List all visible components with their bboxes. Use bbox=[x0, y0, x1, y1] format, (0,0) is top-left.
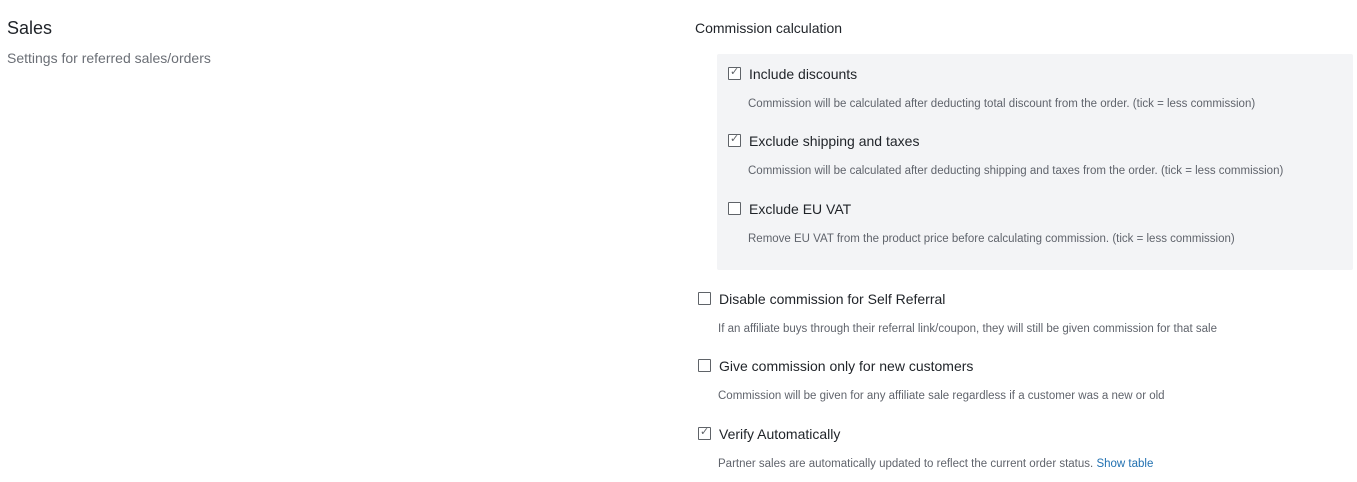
disable-self-referral-label[interactable]: Disable commission for Self Referral bbox=[719, 290, 945, 308]
commission-calculation-box: ✓ Include discounts Commission will be c… bbox=[717, 54, 1353, 270]
checkmark-icon: ✓ bbox=[730, 65, 740, 78]
exclude-eu-vat-description: Remove EU VAT from the product price bef… bbox=[748, 233, 1235, 245]
disable-self-referral-checkbox[interactable]: ✓ bbox=[698, 292, 711, 305]
verify-automatically-description-text: Partner sales are automatically updated … bbox=[718, 458, 1094, 470]
option-new-customers-only: ✓ Give commission only for new customers… bbox=[698, 357, 1165, 404]
exclude-eu-vat-label[interactable]: Exclude EU VAT bbox=[749, 200, 851, 218]
verify-automatically-description: Partner sales are automatically updated … bbox=[718, 456, 1153, 472]
verify-automatically-label[interactable]: Verify Automatically bbox=[719, 425, 840, 443]
option-include-discounts: ✓ Include discounts Commission will be c… bbox=[728, 65, 1255, 112]
new-customers-only-description: Commission will be given for any affilia… bbox=[718, 390, 1165, 402]
exclude-shipping-taxes-label[interactable]: Exclude shipping and taxes bbox=[749, 132, 919, 150]
checkmark-icon: ✓ bbox=[700, 425, 710, 438]
disable-self-referral-description: If an affiliate buys through their refer… bbox=[718, 323, 1218, 335]
checkmark-icon: ✓ bbox=[730, 132, 740, 145]
exclude-eu-vat-checkbox[interactable]: ✓ bbox=[728, 202, 741, 215]
section-title: Sales bbox=[7, 18, 53, 38]
include-discounts-checkbox[interactable]: ✓ bbox=[728, 65, 741, 80]
verify-automatically-checkbox[interactable]: ✓ bbox=[698, 425, 711, 440]
new-customers-only-label[interactable]: Give commission only for new customers bbox=[719, 357, 973, 375]
include-discounts-label[interactable]: Include discounts bbox=[749, 65, 857, 83]
new-customers-only-checkbox[interactable]: ✓ bbox=[698, 359, 711, 372]
option-verify-automatically: ✓ Verify Automatically Partner sales are… bbox=[698, 425, 1153, 472]
section-subtitle: Settings for referred sales/orders bbox=[7, 50, 211, 66]
commission-calculation-title: Commission calculation bbox=[695, 20, 843, 36]
sales-section-header: Sales Settings for referred sales/orders bbox=[7, 17, 211, 67]
option-exclude-eu-vat: ✓ Exclude EU VAT Remove EU VAT from the … bbox=[728, 200, 1235, 247]
sales-settings-page: Sales Settings for referred sales/orders… bbox=[0, 0, 1357, 482]
option-exclude-shipping-taxes: ✓ Exclude shipping and taxes Commission … bbox=[728, 132, 1283, 179]
include-discounts-description: Commission will be calculated after dedu… bbox=[748, 98, 1256, 110]
option-disable-self-referral: ✓ Disable commission for Self Referral I… bbox=[698, 290, 1217, 337]
exclude-shipping-taxes-checkbox[interactable]: ✓ bbox=[728, 132, 741, 147]
exclude-shipping-taxes-description: Commission will be calculated after dedu… bbox=[748, 165, 1284, 177]
show-table-link[interactable]: Show table bbox=[1096, 458, 1153, 470]
sales-settings-panel: Commission calculation ✓ Include discoun… bbox=[695, 19, 1353, 470]
